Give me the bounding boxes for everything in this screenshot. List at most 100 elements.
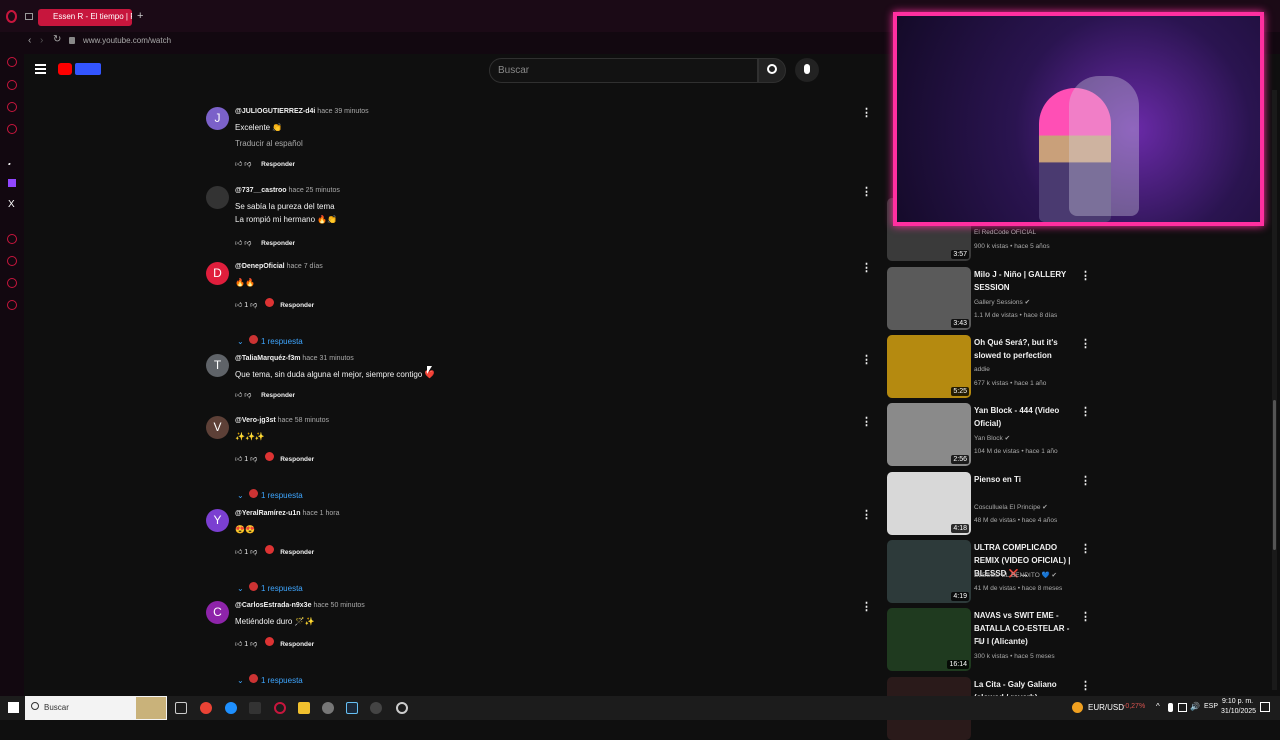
video-thumbnail[interactable]: 2:56 bbox=[887, 403, 971, 466]
comment-avatar[interactable]: T bbox=[206, 354, 229, 377]
currency-label[interactable]: EUR/USD bbox=[1088, 703, 1124, 712]
search-input[interactable]: Buscar bbox=[489, 58, 758, 83]
comment-menu-icon[interactable]: ⋮ bbox=[861, 106, 872, 119]
author-name[interactable]: @737__castroo bbox=[235, 187, 287, 194]
like-icon[interactable]: 👍︎ bbox=[235, 641, 242, 648]
like-icon[interactable]: 👍︎ bbox=[235, 392, 242, 399]
like-icon[interactable]: 👍︎ bbox=[235, 456, 242, 463]
settings-icon[interactable] bbox=[7, 300, 17, 310]
comment-author[interactable]: @737__castroo hace 25 minutos bbox=[235, 187, 340, 194]
author-name[interactable]: @CarlosEstrada-n9x3e bbox=[235, 602, 311, 609]
clock-icon[interactable] bbox=[7, 256, 17, 266]
dislike-icon[interactable]: 👎︎ bbox=[250, 302, 257, 309]
video-menu-icon[interactable]: ⋮ bbox=[1080, 405, 1091, 418]
steam-icon[interactable] bbox=[346, 702, 358, 714]
clock-time[interactable]: 9:10 p. m. bbox=[1222, 698, 1253, 705]
video-menu-icon[interactable]: ⋮ bbox=[1080, 269, 1091, 282]
view-replies-button[interactable]: ⌄ 1 respuesta bbox=[237, 335, 303, 346]
author-name[interactable]: @Vero-jg3st bbox=[235, 417, 276, 424]
video-channel[interactable]: addie bbox=[974, 366, 990, 373]
comment-time[interactable]: hace 50 minutos bbox=[313, 602, 364, 609]
tiktok-icon[interactable]: 𝅘 bbox=[8, 157, 11, 168]
author-name[interactable]: @DenepOficial bbox=[235, 263, 285, 270]
comment-menu-icon[interactable]: ⋮ bbox=[861, 353, 872, 366]
comment-time[interactable]: hace 39 minutos bbox=[317, 108, 368, 115]
comment-author[interactable]: @YeralRamírez-u1n hace 1 hora bbox=[235, 510, 340, 517]
video-channel[interactable]: Cosculluela El Principe ✔ bbox=[974, 503, 1048, 511]
messenger-icon[interactable] bbox=[7, 57, 17, 67]
dislike-icon[interactable]: 👎︎ bbox=[250, 456, 257, 463]
system-tray-chevron-icon[interactable]: ^ bbox=[1156, 702, 1160, 711]
video-channel[interactable]: FU bbox=[974, 639, 983, 646]
comment-avatar[interactable]: D bbox=[206, 262, 229, 285]
video-title[interactable]: NAVAS vs SWIT EME - BATALLA CO-ESTELAR -… bbox=[974, 609, 1078, 648]
comment-author[interactable]: @JULIOGUTIERREZ-d4i hace 39 minutos bbox=[235, 108, 369, 115]
video-thumbnail[interactable]: 5:25 bbox=[887, 335, 971, 398]
video-thumbnail[interactable]: 4:19 bbox=[887, 540, 971, 603]
comment-time[interactable]: hace 1 hora bbox=[303, 510, 340, 517]
comment-avatar[interactable]: V bbox=[206, 416, 229, 439]
video-title[interactable]: Pienso en Ti bbox=[974, 473, 1078, 486]
reply-button[interactable]: Responder bbox=[280, 302, 314, 309]
hamburger-menu-icon[interactable] bbox=[35, 64, 46, 74]
translate-link[interactable]: Traducir al español bbox=[235, 139, 303, 148]
scrollbar-track[interactable] bbox=[1272, 90, 1277, 690]
like-icon[interactable]: 👍︎ bbox=[235, 549, 242, 556]
youtube-logo-icon[interactable] bbox=[58, 63, 72, 75]
video-menu-icon[interactable]: ⋮ bbox=[1080, 474, 1091, 487]
view-replies-button[interactable]: ⌄ 1 respuesta bbox=[237, 489, 303, 500]
reply-button[interactable]: Responder bbox=[261, 392, 295, 399]
comment-menu-icon[interactable]: ⋮ bbox=[861, 415, 872, 428]
video-title[interactable]: Yan Block - 444 (Video Oficial) bbox=[974, 404, 1078, 430]
reply-button[interactable]: Responder bbox=[280, 641, 314, 648]
history-icon[interactable] bbox=[7, 234, 17, 244]
comment-menu-icon[interactable]: ⋮ bbox=[861, 185, 872, 198]
forward-icon[interactable]: › bbox=[40, 35, 43, 46]
dislike-icon[interactable]: 👎︎ bbox=[244, 161, 251, 168]
windows-start-icon[interactable] bbox=[8, 702, 19, 713]
browser-tab-active[interactable]: Essen R - El tiempo | Prod bbox=[38, 9, 132, 26]
comment-avatar[interactable]: Y bbox=[206, 509, 229, 532]
comment-menu-icon[interactable]: ⋮ bbox=[861, 508, 872, 521]
comment-time[interactable]: hace 7 días bbox=[287, 263, 323, 270]
video-channel[interactable]: El RedCode OFICIAL bbox=[974, 229, 1036, 236]
dislike-icon[interactable]: 👎︎ bbox=[244, 392, 251, 399]
task-view-icon[interactable] bbox=[175, 702, 187, 714]
opera-icon[interactable] bbox=[274, 702, 286, 714]
comment-author[interactable]: @Vero-jg3st hace 58 minutos bbox=[235, 417, 329, 424]
video-channel[interactable]: BLESSD EL BENDITO 💙 ✔ bbox=[974, 571, 1057, 579]
video-channel[interactable]: Yan Block ✔ bbox=[974, 434, 1010, 442]
url-field[interactable]: www.youtube.com/watch bbox=[83, 36, 171, 45]
dislike-icon[interactable]: 👎︎ bbox=[250, 549, 257, 556]
reload-icon[interactable]: ↻ bbox=[53, 34, 61, 45]
dislike-icon[interactable]: 👎︎ bbox=[250, 641, 257, 648]
reply-button[interactable]: Responder bbox=[280, 549, 314, 556]
arc-icon[interactable] bbox=[322, 702, 334, 714]
video-menu-icon[interactable]: ⋮ bbox=[1080, 337, 1091, 350]
voice-search-button[interactable] bbox=[795, 58, 819, 82]
video-title[interactable]: Oh Qué Será?, but it's slowed to perfect… bbox=[974, 336, 1078, 362]
like-icon[interactable]: 👍︎ bbox=[235, 161, 242, 168]
comment-time[interactable]: hace 58 minutos bbox=[278, 417, 329, 424]
comment-author[interactable]: @CarlosEstrada-n9x3e hace 50 minutos bbox=[235, 602, 365, 609]
comment-menu-icon[interactable]: ⋮ bbox=[861, 261, 872, 274]
microphone-tray-icon[interactable] bbox=[1168, 703, 1173, 712]
video-channel[interactable]: Gallery Sessions ✔ bbox=[974, 298, 1030, 306]
author-name[interactable]: @TaliaMarquéz-f3m bbox=[235, 355, 300, 362]
twitch-icon[interactable] bbox=[8, 179, 16, 187]
opera-logo-icon[interactable] bbox=[6, 10, 17, 23]
chrome-icon[interactable] bbox=[200, 702, 212, 714]
like-icon[interactable]: 👍︎ bbox=[235, 302, 242, 309]
video-menu-icon[interactable]: ⋮ bbox=[1080, 610, 1091, 623]
video-thumbnail[interactable]: 3:43 bbox=[887, 267, 971, 330]
language-indicator[interactable]: ESP bbox=[1204, 703, 1218, 710]
clock-date[interactable]: 31/10/2025 bbox=[1221, 708, 1256, 715]
search-button[interactable] bbox=[758, 58, 786, 83]
author-name[interactable]: @YeralRamírez-u1n bbox=[235, 510, 301, 517]
video-thumbnail[interactable]: 4:18 bbox=[887, 472, 971, 535]
volume-icon[interactable]: 🔊 bbox=[1190, 702, 1200, 711]
video-menu-icon[interactable]: ⋮ bbox=[1080, 679, 1091, 692]
comment-time[interactable]: hace 25 minutos bbox=[289, 187, 340, 194]
instagram-icon[interactable] bbox=[7, 102, 17, 112]
comment-menu-icon[interactable]: ⋮ bbox=[861, 600, 872, 613]
